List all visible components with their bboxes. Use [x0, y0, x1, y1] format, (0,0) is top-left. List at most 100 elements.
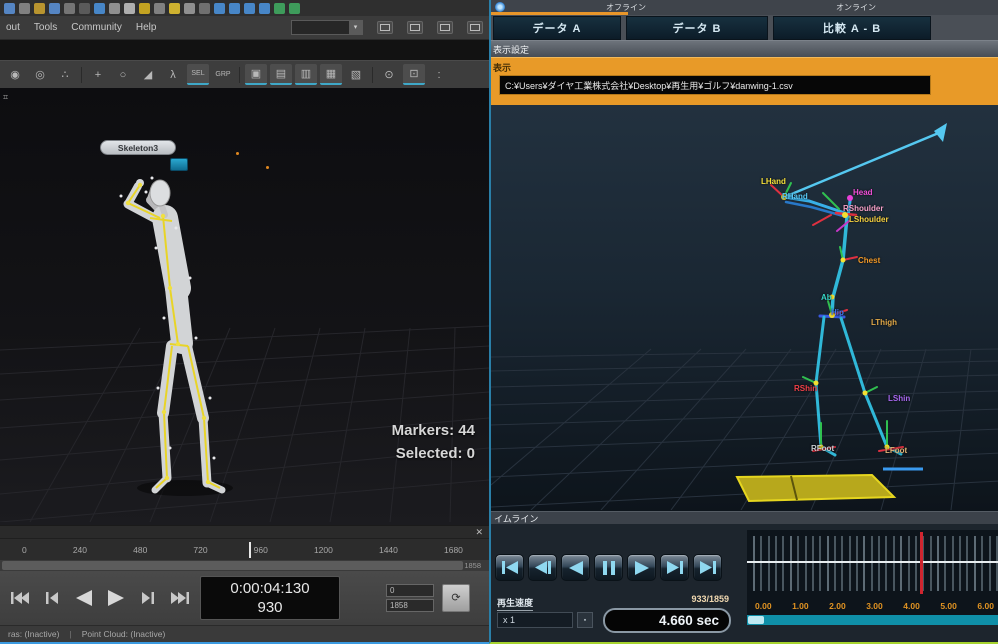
status-pointcloud: Point Cloud: (Inactive) [82, 629, 166, 639]
gear-icon[interactable] [495, 2, 505, 12]
timeline-scrollbar[interactable]: 1858 [0, 560, 489, 571]
menu-tools[interactable]: Tools [34, 22, 57, 33]
camera-icon[interactable] [64, 3, 75, 14]
close-icon[interactable]: ✕ [475, 527, 483, 538]
menu-community[interactable]: Community [71, 22, 122, 33]
scale-icon[interactable]: ◢ [137, 64, 159, 85]
frame-playhead[interactable] [249, 542, 251, 558]
new-doc-icon[interactable] [4, 3, 15, 14]
mannequin-head [150, 180, 170, 206]
tab-data-b[interactable]: データ B [626, 16, 768, 40]
play-reverse-button[interactable] [561, 554, 590, 581]
time-tick-label: 3.00 [866, 601, 883, 611]
left-3d-viewport[interactable]: ⌗ Skeleton3 Markers: 44 Selected: 0 [0, 88, 489, 525]
more-icon[interactable]: : [428, 64, 450, 85]
time-playhead[interactable] [920, 532, 923, 594]
mannequin-body[interactable] [128, 186, 222, 490]
time-tick-label: 6.00 [977, 601, 994, 611]
timeline-scrollbar[interactable] [747, 615, 998, 625]
open-icon[interactable] [19, 3, 30, 14]
wand-icon[interactable] [124, 3, 135, 14]
rotate-icon[interactable]: ○ [112, 64, 134, 85]
toolbar-separator [239, 67, 240, 83]
right-3d-viewport[interactable]: LHandRHandHeadRShoulderLShoulderChestAbH… [491, 105, 998, 511]
pause-button[interactable] [594, 554, 623, 581]
ruler-tick [981, 536, 983, 591]
select-skeleton-button[interactable]: ▦ [320, 64, 342, 85]
tab-data-a[interactable]: データ A [493, 16, 621, 40]
layout-3-icon[interactable] [437, 21, 453, 34]
ruler-tick [863, 536, 865, 591]
skeleton-name-tag[interactable]: Skeleton3 [100, 140, 176, 155]
select-markers-button[interactable]: ▣ [245, 64, 267, 85]
combo-arrow-icon[interactable]: ▾ [349, 21, 362, 34]
play-reverse-button[interactable] [72, 586, 96, 610]
zoom-icon[interactable]: ◉ [4, 64, 26, 85]
step-back-button[interactable] [528, 554, 557, 581]
layout-2-icon[interactable] [407, 21, 423, 34]
frame-ruler[interactable]: 0240480720960120014401680 [0, 538, 489, 560]
range-start-field[interactable]: 0 [386, 584, 434, 597]
cam-view-4-icon[interactable] [259, 3, 270, 14]
ruler-tick-label: 720 [193, 545, 207, 555]
video-icon[interactable] [79, 3, 90, 14]
tools-icon[interactable] [139, 3, 150, 14]
play-button[interactable] [627, 554, 656, 581]
translate-icon[interactable]: + [87, 64, 109, 85]
save-icon[interactable] [34, 3, 45, 14]
playback-speed-select[interactable]: x 1 [497, 612, 573, 628]
capture-icon[interactable] [94, 3, 105, 14]
layout-1-icon[interactable] [377, 21, 393, 34]
select-all-button[interactable]: ▧ [345, 64, 367, 85]
probe-icon[interactable] [109, 3, 120, 14]
file-path-field[interactable]: C:¥Users¥ダイヤ工業株式会社¥Desktop¥再生用¥ゴルフ¥danwi… [499, 75, 931, 95]
menu-layout[interactable]: out [6, 22, 20, 33]
skip-start-button[interactable] [495, 554, 524, 581]
cam-view-1-icon[interactable] [214, 3, 225, 14]
marker-icon[interactable]: ∴ [54, 64, 76, 85]
loop-button[interactable]: ⟳ [442, 584, 470, 612]
mode-offline-b[interactable]: オンライン [791, 2, 921, 13]
display-settings-bar[interactable]: 表示設定 [491, 40, 998, 57]
select-bones-button[interactable]: ▥ [295, 64, 317, 85]
skeleton-badge-icon[interactable] [170, 158, 188, 171]
skip-end-button[interactable] [168, 586, 192, 610]
reset-icon[interactable] [184, 3, 195, 14]
select-rigid-button[interactable]: ▤ [270, 64, 292, 85]
status-green-1-icon[interactable] [274, 3, 285, 14]
cam-view-3-icon[interactable] [244, 3, 255, 14]
menu-help[interactable]: Help [136, 22, 157, 33]
tab-compare-ab[interactable]: 比較 A - B [773, 16, 931, 40]
range-end-field[interactable]: 1858 [386, 599, 434, 612]
warning-icon[interactable] [169, 3, 180, 14]
golf-club-line [782, 123, 947, 198]
viewport-menu-icon[interactable]: ⌗ [3, 92, 8, 103]
rigid-body-icon[interactable] [154, 3, 165, 14]
sel-mode-button[interactable]: SEL [187, 64, 209, 85]
visibility-button[interactable]: ⊡ [403, 64, 425, 85]
step-forward-button[interactable] [660, 554, 689, 581]
next-frame-button[interactable] [136, 586, 160, 610]
scrollbar-handle[interactable] [2, 561, 463, 570]
search-combo[interactable]: ▾ [291, 20, 363, 35]
time-ruler[interactable]: 0.001.002.003.004.005.006.00 [747, 530, 998, 625]
link-icon[interactable] [199, 3, 210, 14]
grp-mode-button[interactable]: GRP [212, 64, 234, 85]
force-plate-mat [737, 475, 894, 501]
speed-dropdown-icon[interactable]: ▪ [577, 612, 593, 628]
scrollbar-handle[interactable] [748, 616, 764, 624]
status-green-2-icon[interactable] [289, 3, 300, 14]
layout-4-icon[interactable] [467, 21, 483, 34]
export-icon[interactable] [49, 3, 60, 14]
timeline-panel-header[interactable]: ✕ [0, 525, 489, 538]
eye-icon[interactable]: ⊙ [378, 64, 400, 85]
skeleton-icon[interactable]: λ [162, 64, 184, 85]
prev-frame-button[interactable] [40, 586, 64, 610]
cam-view-2-icon[interactable] [229, 3, 240, 14]
skip-end-button[interactable] [693, 554, 722, 581]
skip-start-button[interactable] [8, 586, 32, 610]
play-button[interactable] [104, 586, 128, 610]
timeline-header[interactable]: イムライン [491, 511, 998, 524]
ruler-tick [900, 536, 902, 591]
snapshot-icon[interactable]: ◎ [29, 64, 51, 85]
